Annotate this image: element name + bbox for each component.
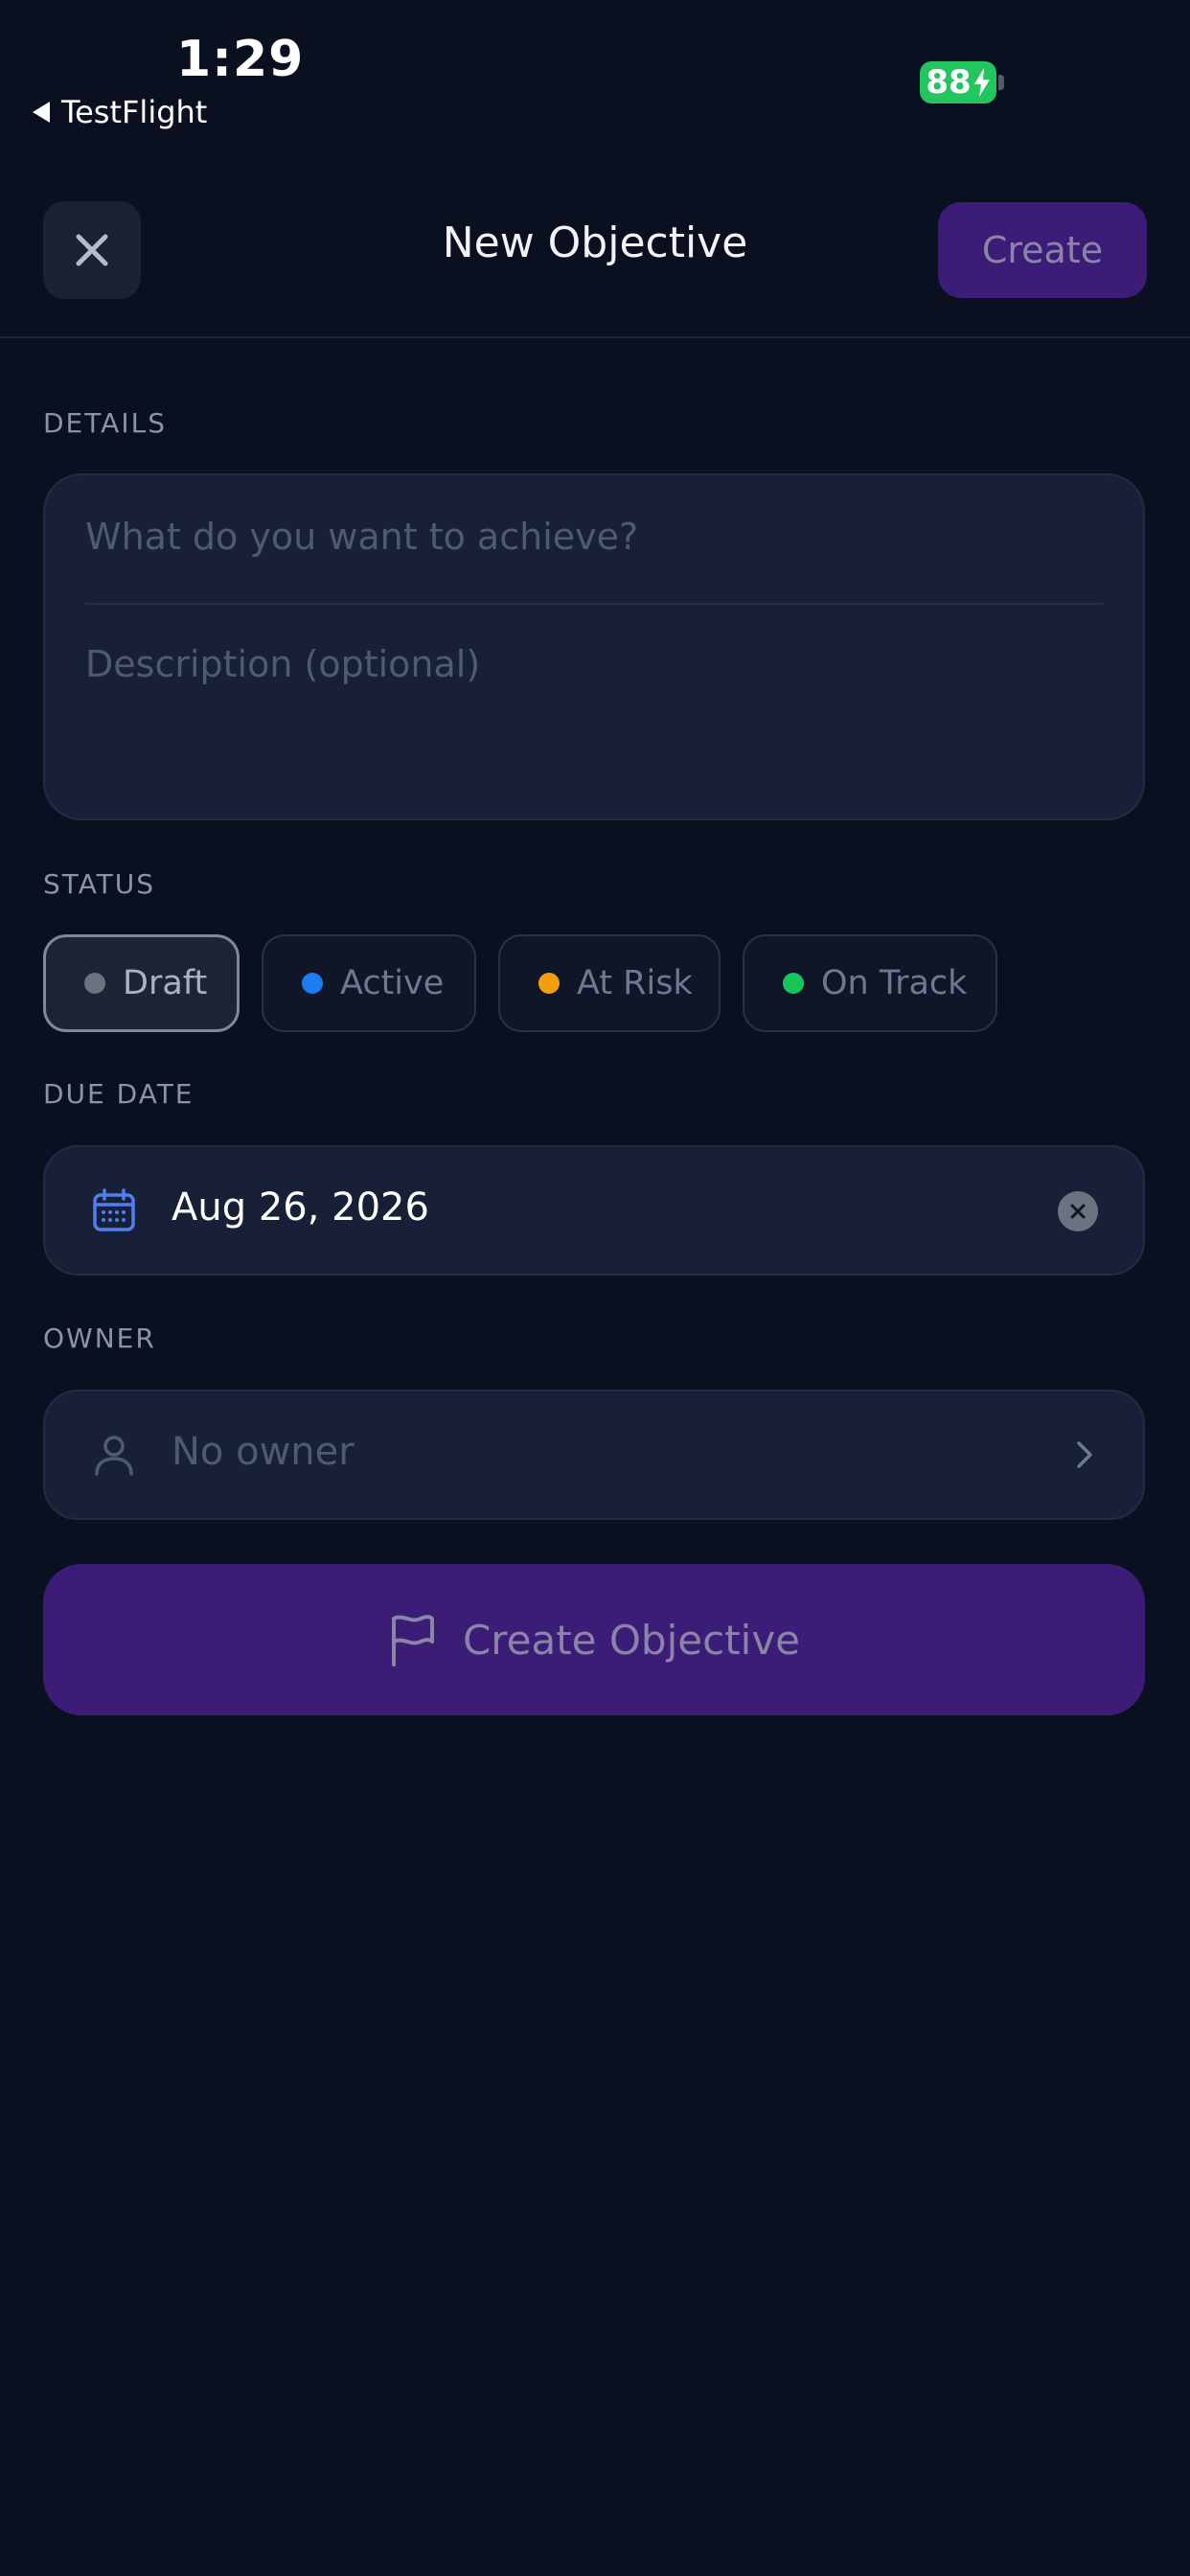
status-chip-on-track[interactable]: On Track bbox=[743, 934, 997, 1032]
back-to-app-link[interactable]: TestFlight bbox=[33, 94, 207, 130]
status-section-label: STATUS bbox=[43, 868, 156, 900]
status-dot-at-risk bbox=[538, 973, 560, 994]
objective-title-input[interactable]: What do you want to achieve? bbox=[85, 516, 638, 558]
due-date-field[interactable]: Aug 26, 2026 bbox=[43, 1145, 1145, 1276]
due-date-value: Aug 26, 2026 bbox=[172, 1185, 429, 1230]
details-section-label: DETAILS bbox=[43, 407, 167, 439]
back-triangle-icon bbox=[33, 102, 50, 123]
status-dot-on-track bbox=[783, 973, 804, 994]
due-date-section-label: DUE DATE bbox=[43, 1078, 195, 1110]
details-card-divider bbox=[85, 603, 1103, 605]
status-chip-draft[interactable]: Draft bbox=[43, 934, 240, 1032]
owner-field[interactable]: No owner bbox=[43, 1390, 1145, 1520]
create-objective-label: Create Objective bbox=[462, 1616, 801, 1664]
flag-icon bbox=[391, 1615, 434, 1667]
charging-bolt-icon bbox=[973, 68, 990, 97]
header-divider bbox=[0, 336, 1190, 338]
status-chip-active[interactable]: Active bbox=[262, 934, 476, 1032]
details-card: What do you want to achieve? Description… bbox=[43, 473, 1145, 820]
person-icon bbox=[95, 1436, 133, 1476]
clear-date-button[interactable] bbox=[1058, 1191, 1098, 1231]
battery-tip bbox=[998, 75, 1004, 90]
chevron-right-icon bbox=[1077, 1441, 1092, 1468]
owner-section-label: OWNER bbox=[43, 1322, 156, 1354]
status-bar-time: 1:29 bbox=[176, 31, 305, 88]
owner-value: No owner bbox=[172, 1430, 355, 1474]
status-chip-label: Active bbox=[340, 964, 445, 1002]
clear-x-icon bbox=[1070, 1204, 1086, 1219]
battery-level: 88 bbox=[926, 63, 972, 102]
status-chip-label: On Track bbox=[821, 964, 968, 1002]
back-app-label: TestFlight bbox=[61, 94, 208, 130]
status-chip-label: At Risk bbox=[577, 964, 693, 1002]
calendar-icon bbox=[93, 1188, 135, 1231]
create-objective-button[interactable]: Create Objective bbox=[43, 1564, 1145, 1715]
description-input[interactable]: Description (optional) bbox=[85, 643, 480, 685]
battery-indicator: 88 bbox=[920, 61, 1004, 104]
status-chip-at-risk[interactable]: At Risk bbox=[498, 934, 721, 1032]
status-dot-active bbox=[302, 973, 323, 994]
status-dot-draft bbox=[84, 973, 105, 994]
battery-body: 88 bbox=[920, 61, 996, 104]
status-chip-label: Draft bbox=[123, 964, 208, 1002]
create-button[interactable]: Create bbox=[938, 202, 1147, 298]
